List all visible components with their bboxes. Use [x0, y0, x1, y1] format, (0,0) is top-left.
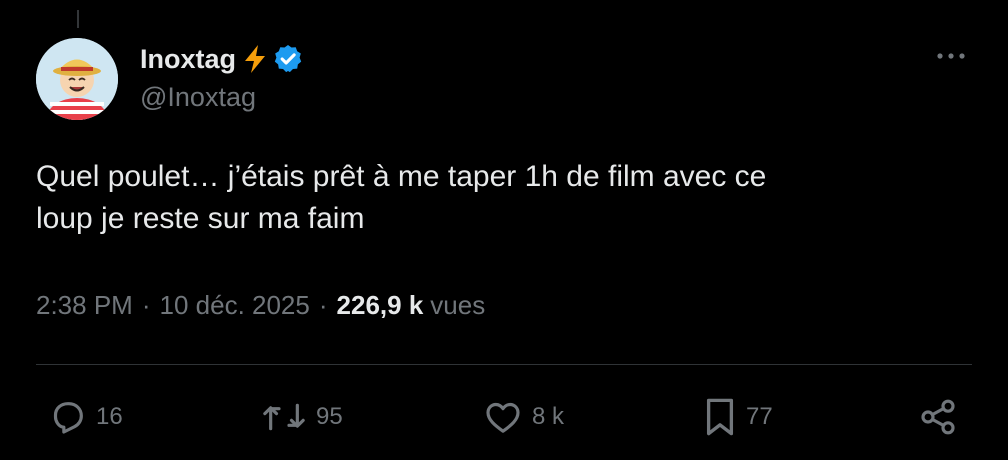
retweet-icon	[260, 397, 308, 437]
share-icon	[918, 397, 958, 437]
reply-icon	[48, 397, 88, 437]
tweet-text-line: loup je reste sur ma faim	[36, 202, 365, 235]
views-count[interactable]: 226,9 k	[337, 290, 424, 321]
verified-badge-icon[interactable]	[272, 43, 304, 75]
tweet-time[interactable]: 2:38 PM	[36, 290, 133, 321]
thread-connector-line	[77, 10, 79, 28]
author-handle[interactable]: @Inoxtag	[140, 82, 304, 113]
tweet-text: Quel poulet… j’étais prêt à me taper 1h …	[36, 156, 966, 240]
like-button[interactable]: 8 k	[482, 392, 564, 442]
bookmark-button[interactable]: 77	[702, 392, 773, 442]
share-button[interactable]	[918, 392, 958, 442]
avatar[interactable]	[36, 38, 118, 120]
more-options-icon[interactable]	[934, 44, 968, 68]
reply-count: 16	[96, 403, 123, 430]
reply-button[interactable]: 16	[48, 392, 123, 442]
tweet-text-line: Quel poulet… j’étais prêt à me taper 1h …	[36, 160, 767, 193]
like-count: 8 k	[532, 403, 565, 430]
views-label: vues	[430, 290, 486, 320]
heart-icon	[482, 397, 524, 437]
display-name-row: Inoxtag	[140, 38, 304, 80]
meta-separator: ·	[318, 290, 328, 320]
bookmark-icon	[702, 396, 738, 438]
lightning-bolt-icon	[242, 44, 268, 74]
tweet-meta: 2:38 PM · 10 déc. 2025 · 226,9 k vues	[36, 290, 485, 321]
divider	[36, 364, 972, 365]
bookmark-count: 77	[746, 403, 773, 430]
retweet-count: 95	[316, 403, 343, 430]
author-names: Inoxtag @Inoxtag	[140, 38, 304, 113]
meta-separator: ·	[141, 290, 151, 320]
tweet-header: Inoxtag @Inoxtag	[36, 38, 972, 120]
action-bar: 16 95 8 k 77	[36, 392, 972, 442]
retweet-button[interactable]: 95	[260, 392, 343, 442]
tweet-date[interactable]: 10 déc. 2025	[160, 290, 310, 321]
display-name[interactable]: Inoxtag	[140, 44, 236, 75]
